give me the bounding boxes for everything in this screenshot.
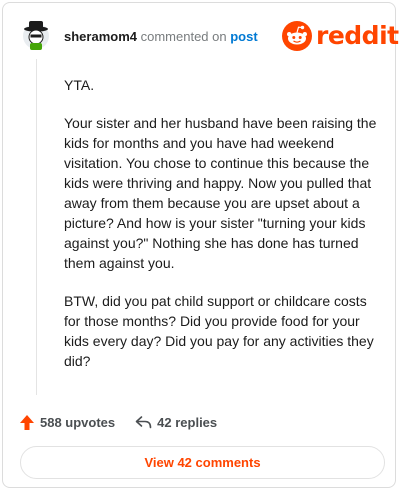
reply-arrow-icon (135, 416, 152, 429)
view-comments-button[interactable]: View 42 comments (20, 446, 385, 479)
reddit-logo: reddit (282, 21, 399, 51)
upvote-count: 588 upvotes (40, 414, 116, 430)
comment-header: sheramom4 commented on post (64, 30, 258, 44)
upvote-button[interactable]: 588 upvotes (19, 414, 115, 431)
comment-paragraph: BTW, did you pat child support or childc… (64, 293, 374, 369)
comment-body: YTA. Your sister and her husband have be… (64, 75, 382, 389)
username[interactable]: sheramom4 (64, 29, 137, 44)
avatar[interactable] (21, 19, 51, 51)
comment-paragraph: YTA. (64, 77, 95, 93)
comment-actions: 588 upvotes 42 replies (19, 412, 217, 432)
thread-line (36, 59, 37, 395)
reply-count: 42 replies (157, 414, 218, 430)
comment-paragraph: Your sister and her husband have been ra… (64, 115, 377, 271)
upvote-arrow-icon (20, 414, 34, 430)
comment-card: sheramom4 commented on post reddit YTA. … (2, 2, 399, 488)
post-link[interactable]: post (230, 29, 257, 44)
reddit-snoo-icon (282, 21, 312, 51)
commented-on-text: commented on (140, 29, 227, 44)
reddit-wordmark: reddit (316, 21, 399, 50)
replies-button[interactable]: 42 replies (135, 415, 217, 430)
